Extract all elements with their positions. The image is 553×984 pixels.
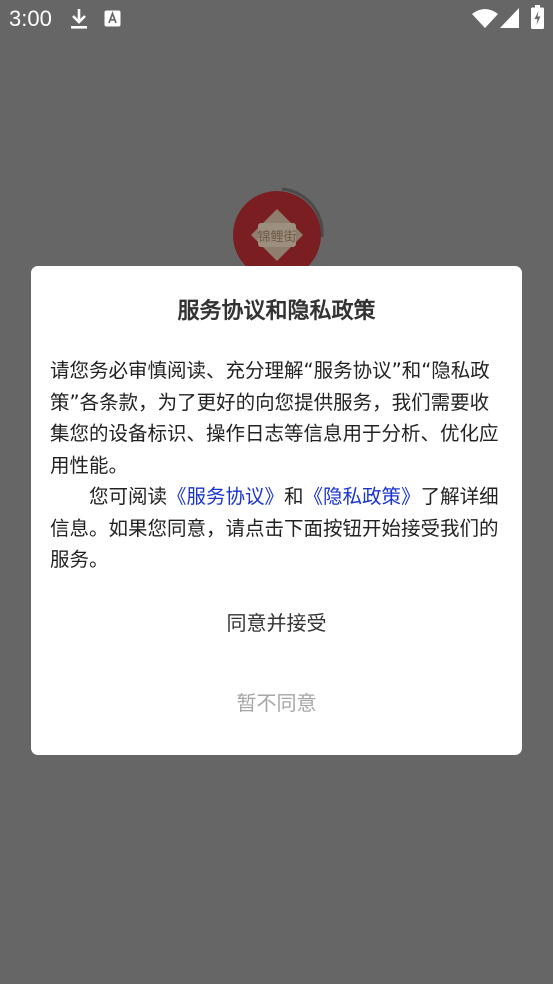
signal-icon xyxy=(500,8,519,28)
consent-paragraph-2: 您可阅读《服务协议》和《隐私政策》了解详细信息。如果您同意，请点击下面按钮开始接… xyxy=(50,481,505,576)
battery-charging-icon xyxy=(531,5,544,29)
service-agreement-link[interactable]: 《服务协议》 xyxy=(167,485,284,508)
download-icon xyxy=(71,9,87,29)
paragraph-2-conjunction: 和 xyxy=(284,485,304,508)
status-time: 3:00 xyxy=(9,6,52,31)
dialog-body: 请您务必审慎阅读、充分理解“服务协议”和“隐私政策”各条款，为了更好的向您提供服… xyxy=(50,355,505,576)
app-logo-text: 锦鲤街 xyxy=(257,230,296,245)
privacy-policy-link[interactable]: 《隐私政策》 xyxy=(304,485,421,508)
paragraph-2-prefix: 您可阅读 xyxy=(89,485,168,508)
privacy-consent-dialog: 服务协议和隐私政策 请您务必审慎阅读、充分理解“服务协议”和“隐私政策”各条款，… xyxy=(31,266,522,755)
status-bar: 3:00 xyxy=(0,0,553,38)
wifi-icon xyxy=(472,9,498,28)
accept-button[interactable]: 同意并接受 xyxy=(31,602,522,644)
font-a-icon xyxy=(104,10,121,27)
dialog-title: 服务协议和隐私政策 xyxy=(177,299,376,324)
decline-button[interactable]: 暂不同意 xyxy=(31,682,522,724)
consent-paragraph-1: 请您务必审慎阅读、充分理解“服务协议”和“隐私政策”各条款，为了更好的向您提供服… xyxy=(50,359,499,477)
